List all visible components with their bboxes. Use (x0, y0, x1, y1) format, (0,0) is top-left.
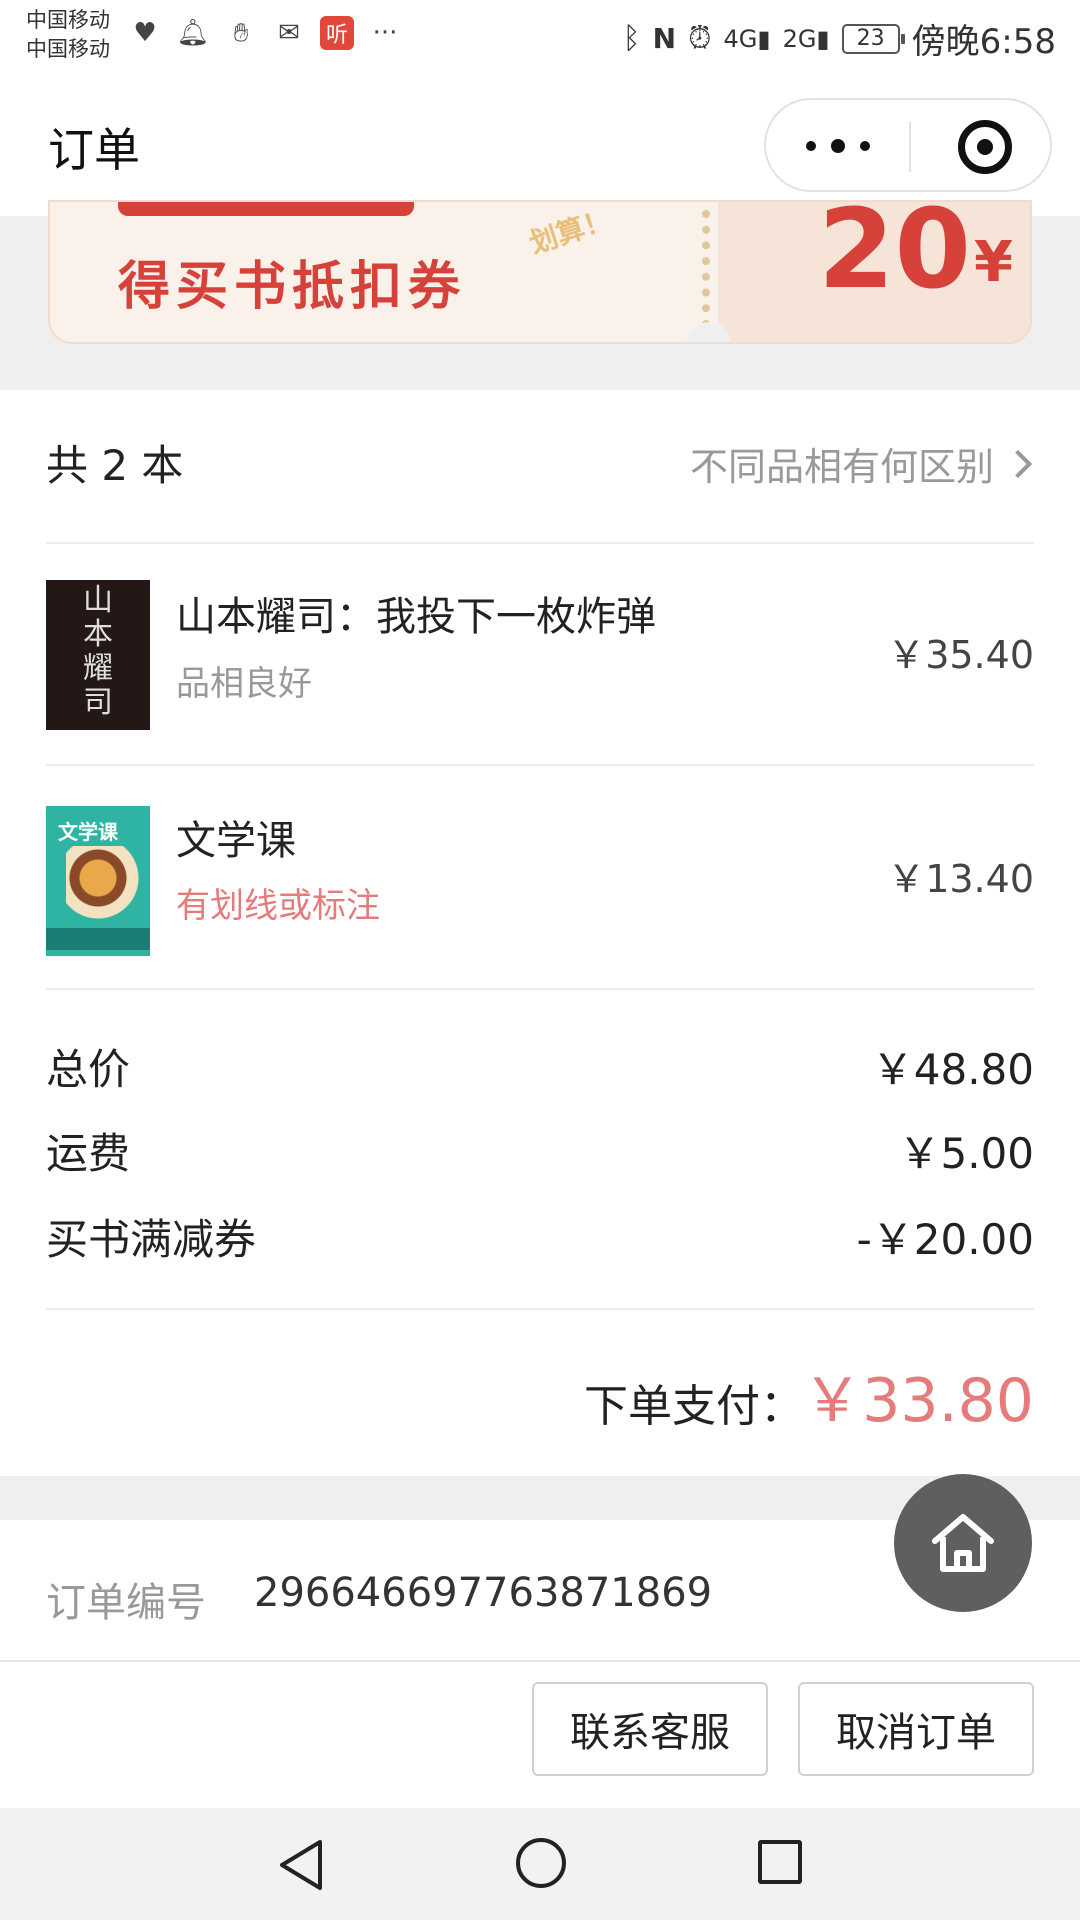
book-title: 山本耀司：我投下一枚炸弹 (176, 594, 656, 640)
coupon-discount-label: 买书满减券 (46, 1215, 257, 1264)
cancel-order-button[interactable]: 取消订单 (798, 1682, 1034, 1776)
carrier-labels: 中国移动 中国移动 (26, 6, 110, 64)
bell-icon: 🔔︎ (176, 18, 210, 48)
book-price: ￥13.40 (887, 857, 1034, 901)
capsule-divider (909, 122, 911, 172)
quality-info-link[interactable]: 不同品相有何区别 (689, 436, 1033, 491)
battery-icon: 23 (841, 23, 905, 54)
shipping-value: ￥5.00 (898, 1129, 1034, 1178)
close-mini-program-icon[interactable] (958, 120, 1012, 174)
order-card: 共 2 本 不同品相有何区别 山 本 耀 司 山本耀司：我投下一枚炸弹 品相良好… (0, 390, 1080, 1476)
signal-4g-icon: 4G▮ (723, 24, 771, 53)
book-count: 共 2 本 (46, 441, 184, 490)
pay-amount-label: 下单支付： (584, 1381, 804, 1432)
quality-info-label: 不同品相有何区别 (689, 445, 994, 489)
coupon-stamp: 划算！ (525, 202, 616, 261)
system-status: ᛒ N ⏰︎ 4G▮ 2G▮ 23 傍晚6:58 (623, 14, 1056, 63)
book-item[interactable]: 文学课 文学课 有划线或标注 ￥13.40 (0, 766, 1080, 988)
contact-service-button[interactable]: 联系客服 (532, 1682, 768, 1776)
coupon-currency: ¥ (974, 230, 1013, 295)
book-cover-image: 山 本 耀 司 (46, 580, 150, 730)
home-circle-icon[interactable] (516, 1838, 566, 1888)
book-item[interactable]: 山 本 耀 司 山本耀司：我投下一枚炸弹 品相良好 ￥35.40 (0, 544, 1080, 766)
pay-amount-value: ￥33.80 (802, 1366, 1034, 1436)
clock: 傍晚6:58 (911, 22, 1056, 62)
order-number-value: 296646697763871869 (254, 1570, 713, 1616)
nav-bar: 订单 (0, 76, 1080, 216)
back-icon[interactable] (276, 1838, 326, 1892)
home-icon (932, 1514, 994, 1572)
book-price: ￥35.40 (887, 633, 1034, 677)
coupon-perforation (702, 210, 710, 328)
coupon-banner[interactable]: 得买书抵扣券 划算！ 20 ¥ (48, 200, 1032, 344)
divider (46, 988, 1034, 990)
coupon-text: 得买书抵扣券 (118, 257, 467, 317)
heart-pulse-icon: ♥ (133, 18, 157, 48)
chevron-right-icon (1003, 449, 1033, 478)
mini-program-capsule (764, 98, 1052, 192)
notification-icons: ♥ 🔔︎ ✋︎ ✉ 听 ··· (128, 16, 402, 50)
signal-2g-icon: 2G▮ (782, 24, 830, 53)
mail-icon: ✉ (278, 18, 300, 48)
coupon-red-tab (118, 202, 414, 216)
more-menu-icon[interactable] (806, 126, 870, 166)
bluetooth-icon: ᛒ (622, 21, 641, 56)
page-title: 订单 (48, 123, 140, 177)
system-navigation-bar (0, 1808, 1080, 1920)
book-cover-image: 文学课 (46, 806, 150, 956)
order-number-label: 订单编号 (46, 1580, 206, 1626)
nfc-icon: N (652, 22, 677, 55)
status-bar: 中国移动 中国移动 ♥ 🔔︎ ✋︎ ✉ 听 ··· ᛒ N ⏰︎ 4G▮ 2G▮… (0, 0, 1080, 76)
coupon-discount-value: -￥20.00 (856, 1215, 1034, 1264)
coupon-amount: 20 (818, 200, 972, 313)
action-bar: 联系客服 取消订单 (0, 1660, 1080, 1808)
more-notifications-icon: ··· (372, 18, 398, 48)
book-title: 文学课 (176, 818, 296, 864)
carrier-2: 中国移动 (26, 37, 110, 61)
book-condition: 品相良好 (176, 664, 312, 704)
recent-apps-icon[interactable] (758, 1840, 802, 1884)
coupon-amount-panel: 20 ¥ (718, 200, 1030, 342)
book-condition: 有划线或标注 (176, 886, 380, 926)
hand-icon: ✋︎ (233, 17, 249, 48)
total-price-value: ￥48.80 (871, 1045, 1034, 1094)
carrier-1: 中国移动 (26, 8, 110, 32)
total-price-label: 总价 (46, 1045, 131, 1094)
divider (46, 1308, 1034, 1310)
listen-app-icon: 听 (320, 16, 354, 50)
alarm-icon: ⏰︎ (688, 21, 712, 56)
shipping-label: 运费 (46, 1129, 131, 1178)
home-button[interactable] (894, 1474, 1032, 1612)
